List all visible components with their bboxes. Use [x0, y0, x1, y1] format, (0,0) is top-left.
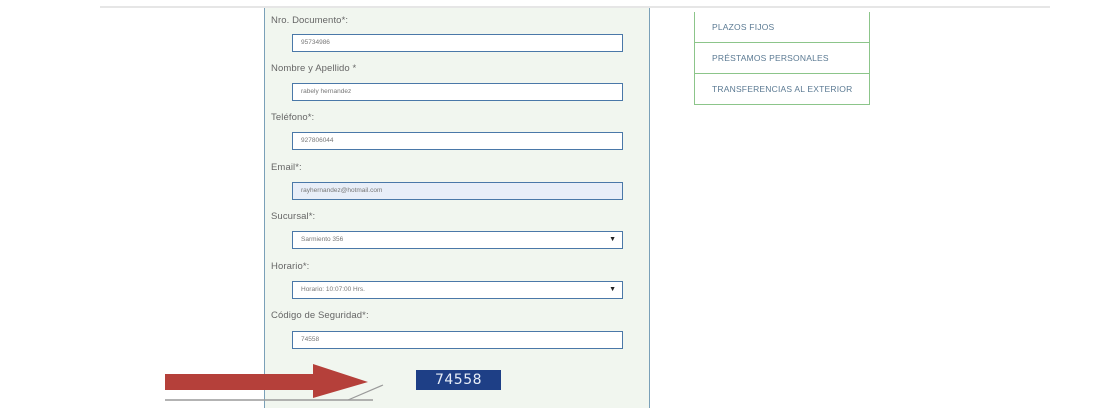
side-menu: PLAZOS FIJOS PRÉSTAMOS PERSONALES TRANSF… — [694, 12, 870, 105]
documento-input[interactable]: 95734986 — [292, 34, 623, 52]
nombre-input[interactable]: rabely hernandez — [292, 83, 623, 101]
dropdown-arrow-icon: ▼ — [609, 236, 616, 243]
sucursal-value: Sarmiento 356 — [301, 236, 344, 243]
horario-value: Horario: 10:07:00 Hrs. — [301, 286, 365, 293]
telefono-label: Teléfono*: — [271, 112, 315, 123]
codigo-input[interactable]: 74558 — [292, 331, 623, 349]
pointing-arrow-icon — [163, 362, 393, 402]
telefono-input[interactable]: 927806044 — [292, 132, 623, 150]
dropdown-arrow-icon: ▼ — [609, 286, 616, 293]
side-menu-plazos-fijos[interactable]: PLAZOS FIJOS — [695, 12, 869, 43]
codigo-label: Código de Seguridad*: — [271, 310, 369, 321]
email-label: Email*: — [271, 162, 302, 173]
side-menu-prestamos-personales[interactable]: PRÉSTAMOS PERSONALES — [695, 43, 869, 74]
email-input[interactable]: rayhernandez@hotmail.com — [292, 182, 623, 200]
nombre-label: Nombre y Apellido * — [271, 63, 357, 74]
side-menu-transferencias-exterior[interactable]: TRANSFERENCIAS AL EXTERIOR — [695, 74, 869, 104]
horario-select[interactable]: Horario: 10:07:00 Hrs. ▼ — [292, 281, 623, 299]
sucursal-label: Sucursal*: — [271, 211, 316, 222]
appointment-form: Nro. Documento*: 95734986 Nombre y Apell… — [264, 8, 650, 408]
captcha-image: 74558 — [416, 370, 501, 390]
documento-label: Nro. Documento*: — [271, 15, 349, 26]
sucursal-select[interactable]: Sarmiento 356 ▼ — [292, 231, 623, 249]
horario-label: Horario*: — [271, 261, 310, 272]
